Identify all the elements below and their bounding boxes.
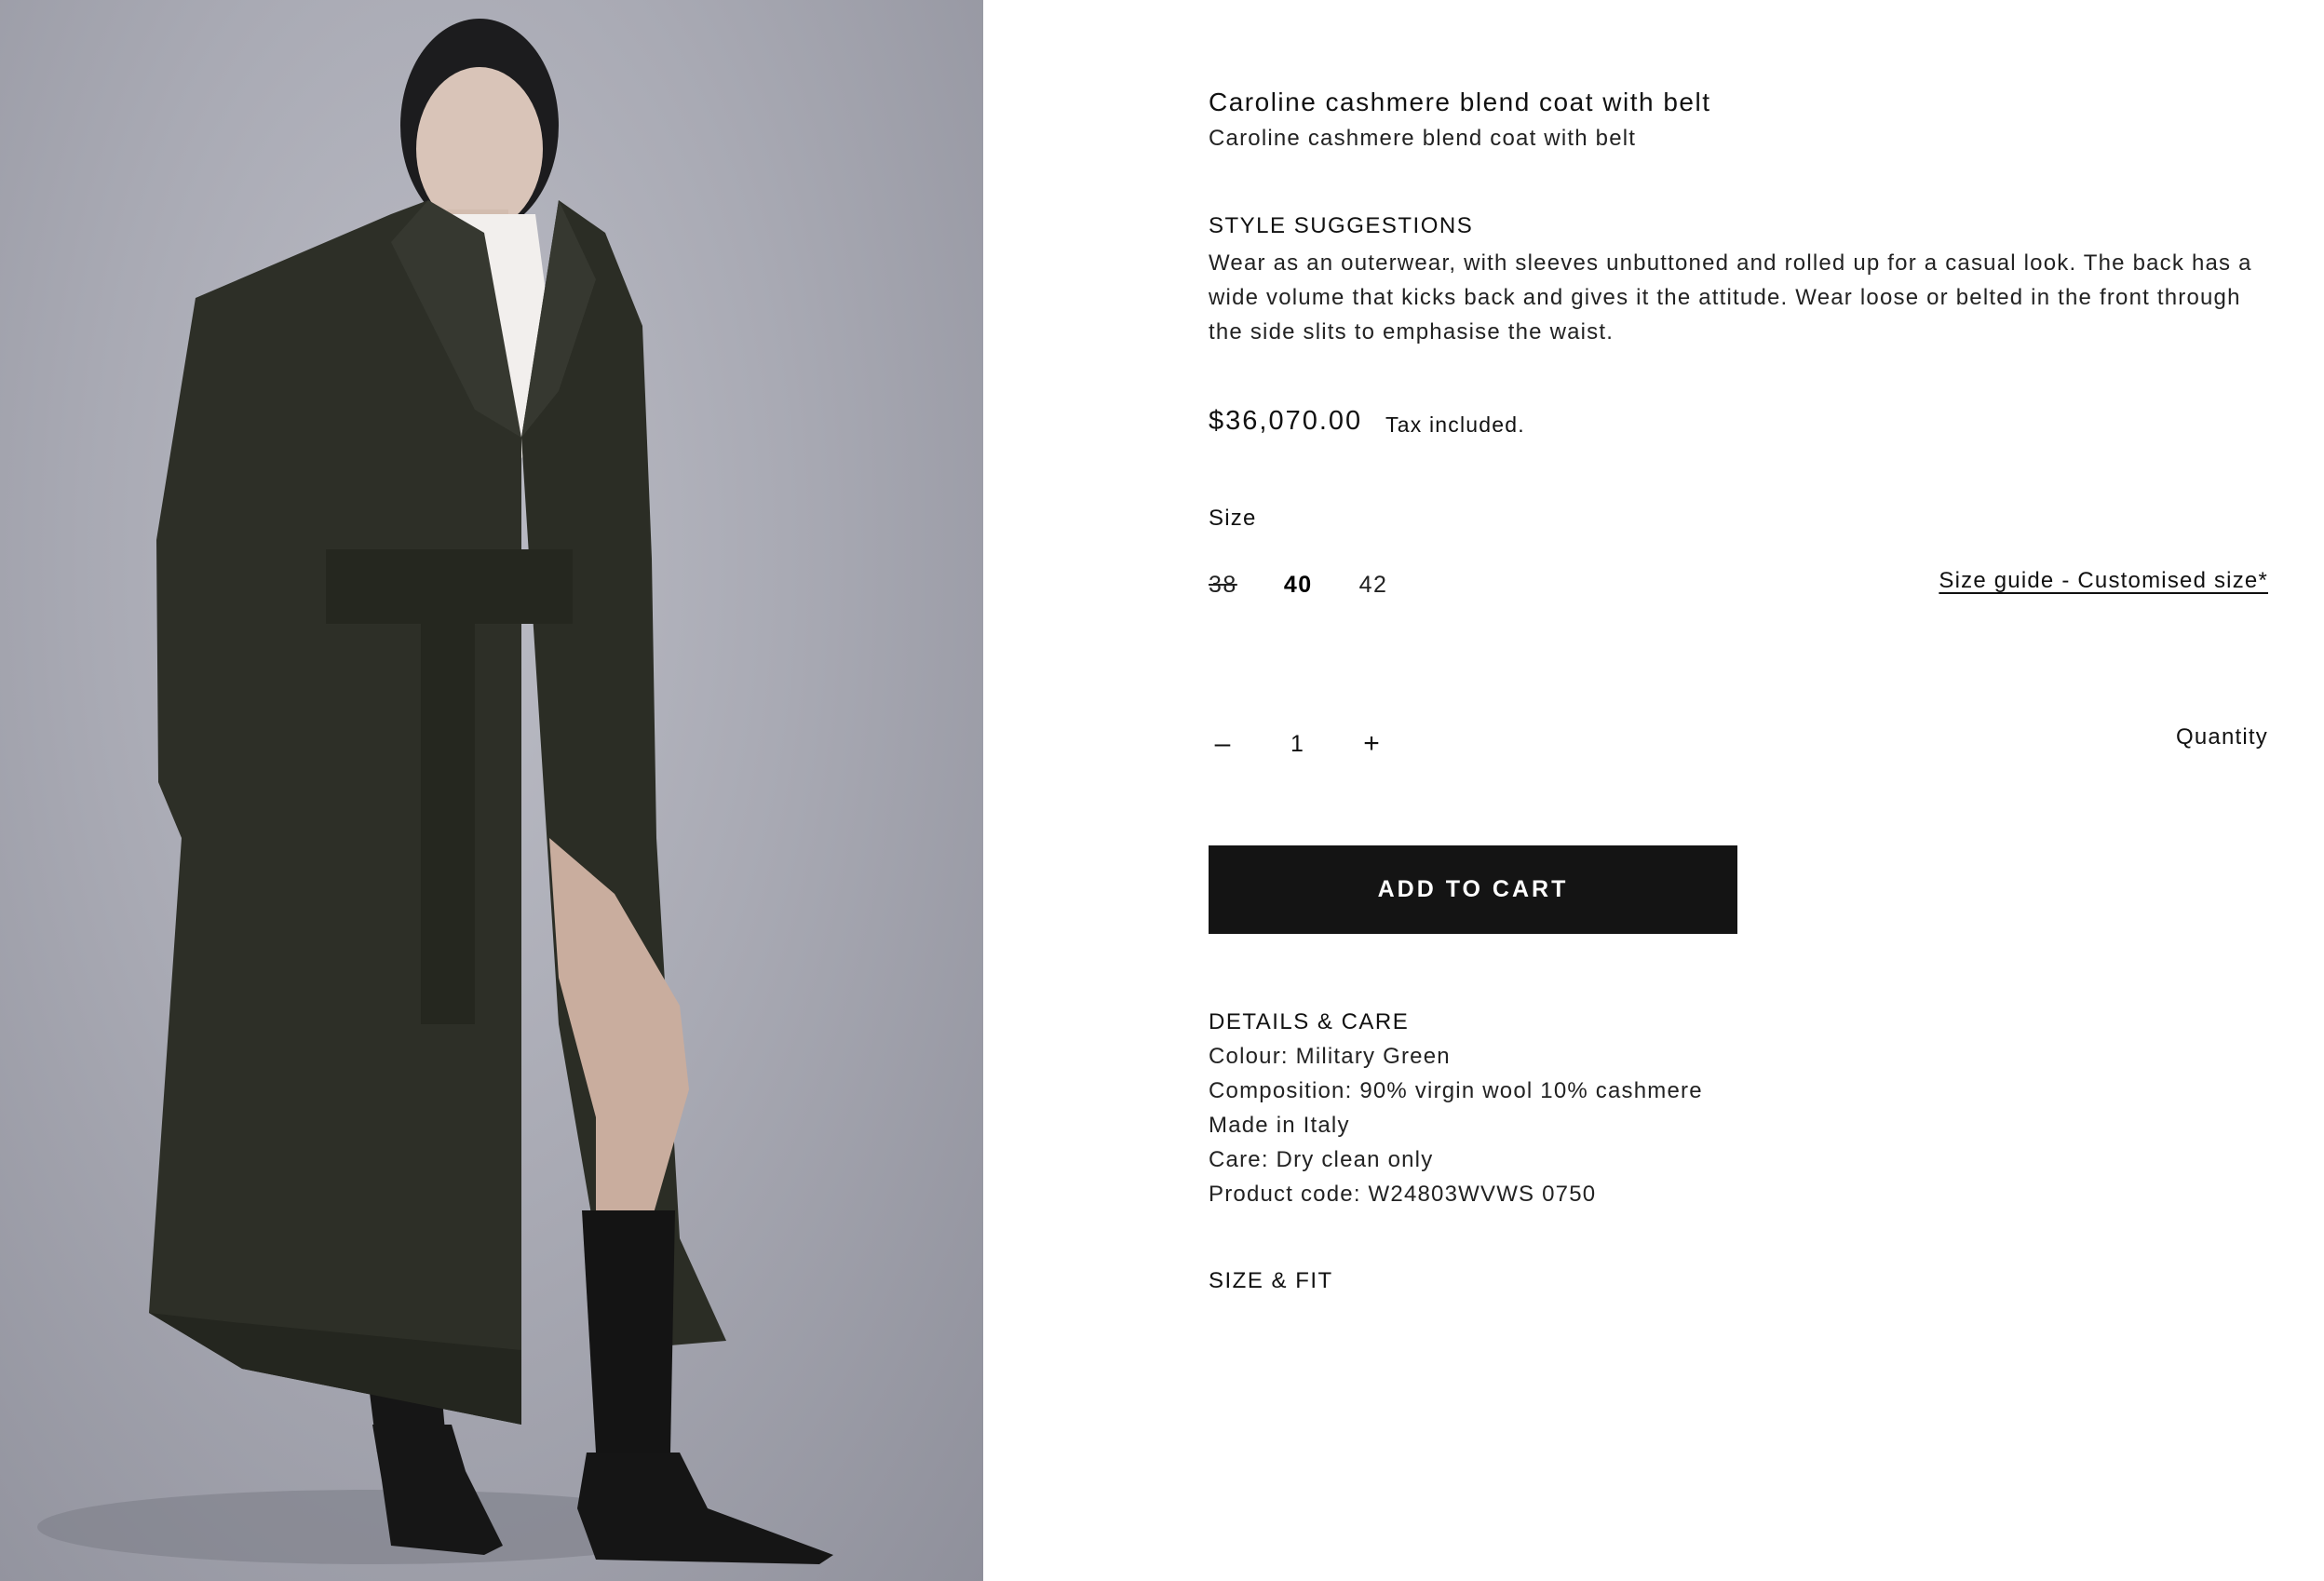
- product-subtitle: Caroline cashmere blend coat with belt: [1209, 126, 1637, 151]
- size-option-42[interactable]: 42: [1359, 572, 1388, 599]
- product-page: Caroline cashmere blend coat with belt C…: [0, 0, 2324, 1581]
- product-details-panel: Caroline cashmere blend coat with belt C…: [1209, 0, 2268, 1581]
- size-label: Size: [1209, 506, 1257, 531]
- size-option-38[interactable]: 38: [1209, 572, 1237, 599]
- tax-note: Tax included.: [1385, 412, 1525, 437]
- model-illustration: [37, 19, 833, 1564]
- style-suggestions-heading: STYLE SUGGESTIONS: [1209, 213, 1474, 238]
- details-care-heading[interactable]: DETAILS & CARE: [1209, 1009, 1409, 1035]
- quantity-stepper: – 1 +: [1209, 730, 1385, 758]
- product-price: $36,070.00: [1209, 406, 1363, 436]
- detail-colour: Colour: Military Green: [1209, 1044, 1451, 1069]
- detail-origin: Made in Italy: [1209, 1113, 1350, 1138]
- detail-care: Care: Dry clean only: [1209, 1147, 1434, 1172]
- size-option-40[interactable]: 40: [1284, 572, 1313, 599]
- size-fit-heading[interactable]: SIZE & FIT: [1209, 1268, 1333, 1294]
- add-to-cart-button[interactable]: ADD TO CART: [1209, 845, 1737, 934]
- quantity-increment-button[interactable]: +: [1358, 730, 1385, 758]
- product-image: [0, 0, 983, 1581]
- style-suggestions-text: Wear as an outerwear, with sleeves unbut…: [1209, 250, 2252, 345]
- detail-composition: Composition: 90% virgin wool 10% cashmer…: [1209, 1078, 1703, 1103]
- detail-product-code: Product code: W24803WVWS 0750: [1209, 1182, 1597, 1207]
- details-care-list: Colour: Military Green Composition: 90% …: [1209, 1039, 1703, 1211]
- size-selector: 38 40 42: [1209, 572, 1434, 599]
- quantity-value[interactable]: 1: [1236, 731, 1358, 758]
- size-guide-link[interactable]: Size guide - Customised size*: [1939, 568, 2268, 594]
- quantity-label: Quantity: [2176, 724, 2268, 750]
- quantity-decrement-button[interactable]: –: [1209, 730, 1236, 758]
- product-title: Caroline cashmere blend coat with belt: [1209, 88, 1711, 116]
